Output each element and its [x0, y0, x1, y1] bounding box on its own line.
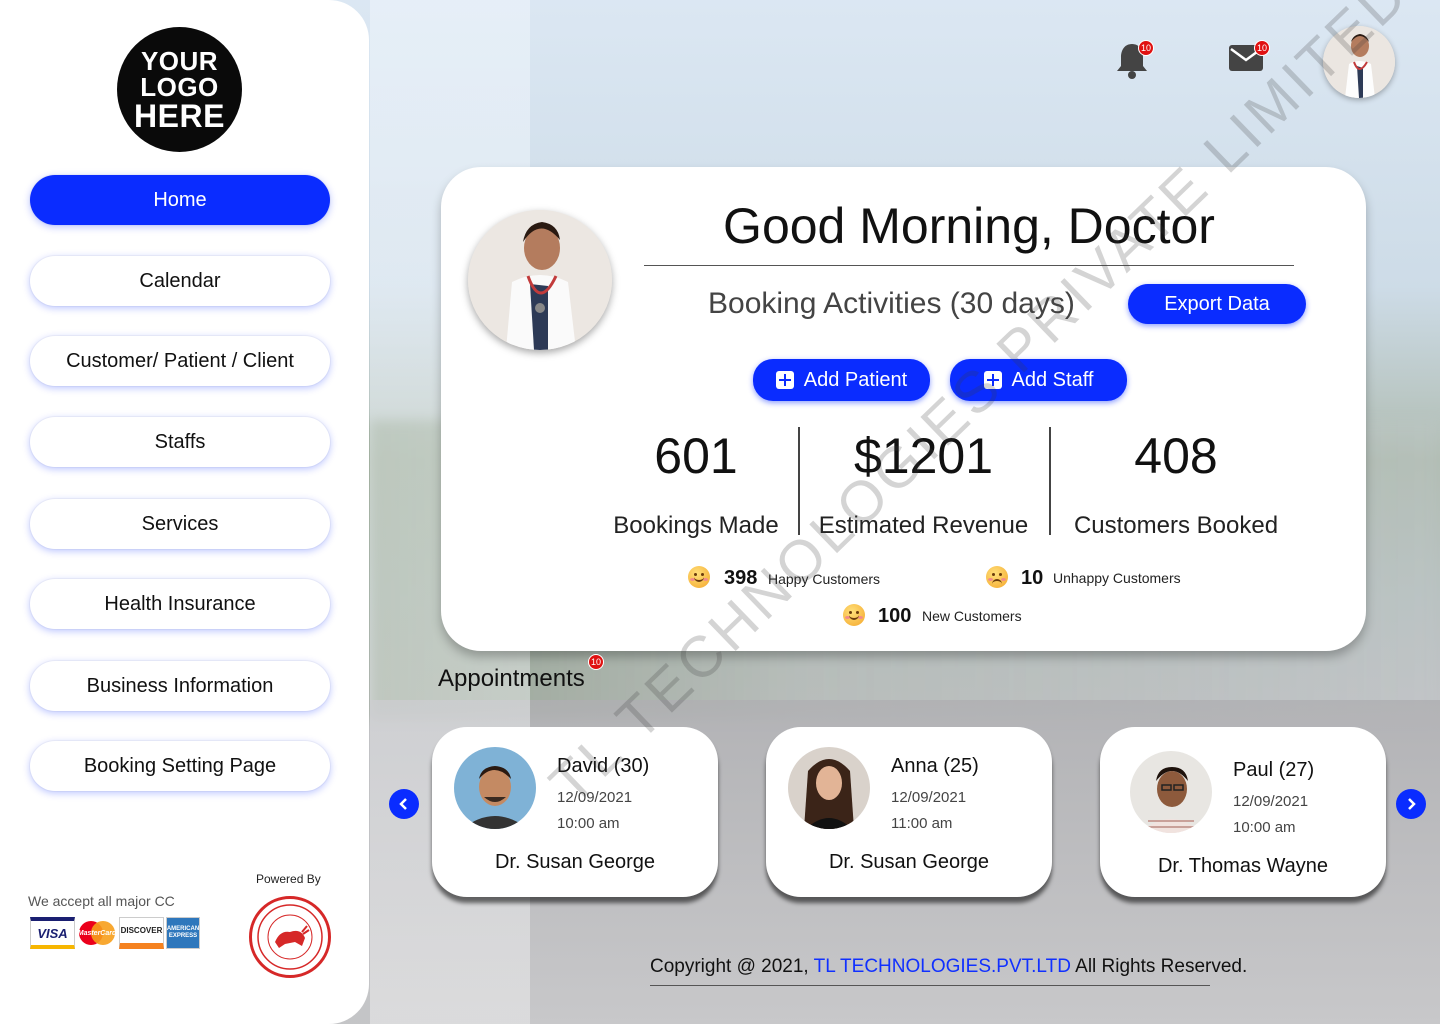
visa-card-icon: VISA [30, 917, 75, 949]
user-avatar[interactable] [1323, 26, 1395, 98]
booking-activities-label: Booking Activities (30 days) [708, 287, 1075, 320]
powered-by-label: Powered By [256, 872, 321, 886]
appointment-time: 10:00 am [557, 815, 620, 832]
appointment-date: 12/09/2021 [891, 789, 967, 806]
customers-booked-value: 408 [1134, 428, 1218, 484]
appointment-card[interactable]: Anna (25) 12/09/2021 11:00 am Dr. Susan … [766, 727, 1052, 897]
patient-photo [788, 747, 870, 829]
export-data-button[interactable]: Export Data [1128, 284, 1306, 324]
amex-card-icon: AMERICAN EXPRESS [166, 917, 200, 949]
sidebar-item-label: Customer/ Patient / Client [66, 349, 294, 372]
sidebar-item-health-insurance[interactable]: Health Insurance [30, 579, 330, 629]
bookings-made-value: 601 [654, 428, 738, 484]
notification-badge: 10 [1138, 40, 1154, 56]
appointments-title: Appointments [438, 665, 585, 692]
mail-badge: 10 [1254, 40, 1270, 56]
copyright-footer: Copyright @ 2021, TL TECHNOLOGIES.PVT.LT… [650, 956, 1247, 978]
logo-line-1: YOUR [140, 45, 219, 76]
unhappy-customers-count: 10 [1021, 567, 1044, 589]
appointment-doctor: Dr. Susan George [494, 851, 656, 873]
chevron-right-icon[interactable] [1396, 789, 1426, 819]
footer-divider [650, 985, 1210, 986]
appointment-time: 10:00 am [1233, 819, 1296, 836]
appointments-badge: 10 [588, 654, 604, 670]
appointment-date: 12/09/2021 [1233, 793, 1309, 810]
patient-photo [454, 747, 536, 829]
sidebar-item-label: Services [141, 512, 219, 535]
appointment-time: 11:00 am [891, 815, 953, 832]
stat-divider [798, 427, 800, 535]
copyright-prefix: Copyright @ 2021, [650, 956, 814, 977]
appointment-card[interactable]: Paul (27) 12/09/2021 10:00 am Dr. Thomas… [1100, 727, 1386, 897]
add-staff-button[interactable]: Add Staff [950, 359, 1127, 401]
doctor-photo [468, 210, 612, 350]
tl-technologies-seal-logo [249, 896, 331, 978]
mail-icon[interactable]: 10 [1228, 40, 1270, 78]
sidebar-item-label: Health Insurance [104, 592, 256, 615]
payment-cards: VISA MasterCard DISCOVER AMERICAN EXPRES… [30, 917, 200, 949]
notification-bell-icon[interactable]: 10 [1114, 40, 1154, 84]
customers-booked-label: Customers Booked [1073, 512, 1279, 539]
logo-line-3: HERE [134, 97, 225, 134]
estimated-revenue-label: Estimated Revenue [818, 512, 1029, 539]
sidebar-item-booking-setting[interactable]: Booking Setting Page [30, 741, 330, 791]
company-link[interactable]: TL TECHNOLOGIES.PVT.LTD [814, 956, 1071, 977]
sidebar-item-services[interactable]: Services [30, 499, 330, 549]
copyright-suffix: All Rights Reserved. [1070, 956, 1248, 977]
logo-line-2: LOGO [140, 71, 219, 102]
sidebar: YOUR LOGO HERE Home Calendar Customer/ P… [0, 0, 369, 1024]
smile-face-icon [843, 604, 865, 626]
sad-face-icon [986, 566, 1008, 588]
discover-card-icon: DISCOVER [119, 917, 164, 949]
sidebar-item-label: Business Information [86, 674, 274, 697]
new-customers-label: New Customers [922, 608, 1022, 624]
plus-icon [775, 371, 794, 389]
happy-customers-count: 398 [724, 567, 758, 589]
mastercard-icon: MasterCard [77, 917, 117, 949]
patient-name: David (30) [557, 755, 650, 777]
cc-accepted-label: We accept all major CC [28, 893, 175, 909]
sidebar-item-label: Staffs [154, 430, 206, 453]
patient-name: Paul (27) [1233, 759, 1315, 781]
add-staff-label: Add Staff [1011, 368, 1094, 391]
appointment-card[interactable]: David (30) 12/09/2021 10:00 am Dr. Susan… [432, 727, 718, 897]
sidebar-item-business-information[interactable]: Business Information [30, 661, 330, 711]
company-logo[interactable]: YOUR LOGO HERE [117, 27, 242, 152]
sidebar-item-label: Home [153, 188, 207, 211]
sidebar-item-label: Booking Setting Page [83, 754, 277, 777]
add-patient-button[interactable]: Add Patient [753, 359, 930, 401]
happy-face-icon [688, 566, 710, 588]
sidebar-item-home[interactable]: Home [30, 175, 330, 225]
export-data-label: Export Data [1164, 292, 1270, 315]
patient-photo [1130, 751, 1212, 833]
greeting-divider [644, 265, 1294, 266]
sidebar-item-calendar[interactable]: Calendar [30, 256, 330, 306]
sidebar-item-staffs[interactable]: Staffs [30, 417, 330, 467]
chevron-left-icon[interactable] [389, 789, 419, 819]
patient-name: Anna (25) [891, 755, 979, 777]
estimated-revenue-value: $1201 [853, 428, 994, 484]
dashboard-card: Good Morning, Doctor Booking Activities … [441, 167, 1366, 651]
bookings-made-label: Bookings Made [613, 512, 779, 539]
happy-customers-label: Happy Customers [768, 571, 881, 587]
appointment-doctor: Dr. Thomas Wayne [1157, 855, 1329, 877]
stat-divider [1049, 427, 1051, 535]
sidebar-item-customers[interactable]: Customer/ Patient / Client [30, 336, 330, 386]
appointment-doctor: Dr. Susan George [828, 851, 990, 873]
unhappy-customers-label: Unhappy Customers [1053, 570, 1181, 586]
plus-icon [983, 371, 1002, 389]
add-patient-label: Add Patient [803, 368, 908, 391]
appointment-date: 12/09/2021 [557, 789, 633, 806]
new-customers-count: 100 [878, 605, 912, 627]
greeting-title: Good Morning, Doctor [723, 198, 1215, 254]
sidebar-item-label: Calendar [139, 269, 221, 292]
